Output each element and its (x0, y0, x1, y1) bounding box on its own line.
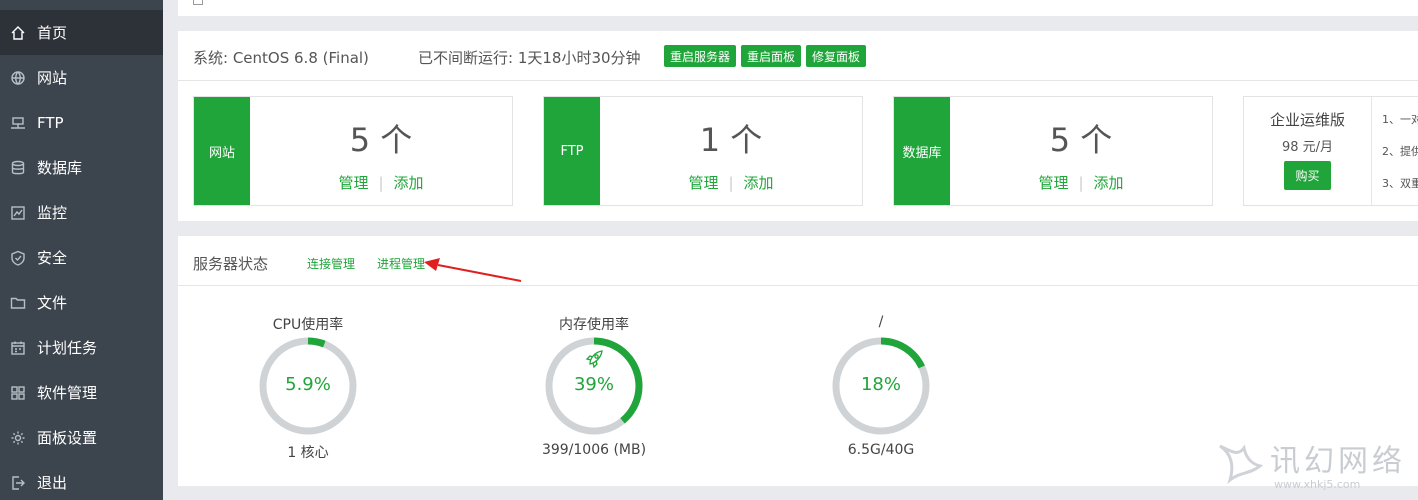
sidebar-item-home[interactable]: 首页 (0, 10, 163, 55)
promo-feature: 1、一对 (1382, 113, 1418, 126)
sidebar-item-label: 软件管理 (37, 384, 98, 402)
sidebar-item-files[interactable]: 文件 (0, 280, 163, 325)
sidebar-item-label: 文件 (37, 294, 68, 312)
shield-icon (10, 250, 26, 266)
watermark: 讯幻网络 www.xhkj5.com (1210, 432, 1415, 498)
globe-icon (10, 70, 26, 86)
sidebar-item-database[interactable]: 数据库 (0, 145, 163, 190)
gauge-title: CPU使用率 (272, 317, 344, 333)
breadcrumb-home-icon (193, 0, 203, 5)
ftp-manage-link[interactable]: 管理 (688, 174, 718, 192)
ftp-stat-card: FTP 1 个 管理 | 添加 (543, 96, 863, 206)
promo-feature: 2、提供 (1382, 145, 1418, 158)
promo-name: 企业运维版 (1269, 111, 1345, 129)
gauge-subtitle: 6.5G/40G (847, 442, 915, 458)
breadcrumb-strip (178, 0, 1418, 16)
memory-gauge[interactable]: 内存使用率 39% 399/1006 (MB) (494, 314, 694, 464)
stat-card-label: 数据库 (894, 97, 950, 205)
watermark-title: 讯幻网络 (1270, 444, 1406, 479)
restart-server-button[interactable]: 重启服务器 (664, 45, 736, 67)
gauge-value: 5.9% (285, 374, 331, 395)
link-separator: | (1078, 174, 1084, 192)
repair-panel-button[interactable]: 修复面板 (806, 45, 866, 67)
website-add-link[interactable]: 添加 (394, 174, 424, 192)
grid-icon (10, 385, 26, 401)
sidebar-item-monitor[interactable]: 监控 (0, 190, 163, 235)
sidebar-item-logout[interactable]: 退出 (0, 460, 163, 500)
calendar-icon (10, 340, 26, 356)
logout-icon (10, 475, 26, 491)
server-status-title: 服务器状态 (193, 255, 269, 273)
sidebar: 首页 网站 FTP 数据库 监控 安全 文件 计划任务 软件管理 面板设置 退出 (0, 0, 163, 500)
uptime-info: 已不间断运行: 1天18小时30分钟 (418, 49, 641, 67)
website-manage-link[interactable]: 管理 (338, 174, 368, 192)
sidebar-item-ftp[interactable]: FTP (0, 100, 163, 145)
enterprise-promo-card: 企业运维版 98 元/月 购买 1、一对 2、提供 3、双重 (1243, 96, 1418, 206)
gauge-subtitle: 1 核心 (287, 445, 329, 461)
watermark-bird-logo (1219, 444, 1264, 485)
sidebar-item-label: 计划任务 (37, 339, 98, 357)
sidebar-item-software[interactable]: 软件管理 (0, 370, 163, 415)
system-info-panel: 系统: CentOS 6.8 (Final) 已不间断运行: 1天18小时30分… (178, 31, 1418, 221)
gauge-value: 18% (860, 374, 901, 395)
database-icon (10, 160, 26, 176)
ftp-add-link[interactable]: 添加 (744, 174, 774, 192)
sidebar-item-label: FTP (37, 113, 64, 132)
sidebar-item-website[interactable]: 网站 (0, 55, 163, 100)
stat-card-label: FTP (544, 97, 600, 205)
promo-feature: 3、双重 (1382, 177, 1418, 190)
stat-card-label: 网站 (194, 97, 250, 205)
cpu-gauge: CPU使用率 5.9% 1 核心 (208, 314, 408, 464)
watermark-url: www.xhkj5.com (1274, 478, 1361, 491)
website-stat-card: 网站 5 个 管理 | 添加 (193, 96, 513, 206)
rocket-icon[interactable] (585, 350, 603, 369)
os-info: 系统: CentOS 6.8 (Final) (193, 49, 369, 67)
sidebar-item-label: 数据库 (37, 159, 83, 177)
link-separator: | (378, 174, 384, 192)
sidebar-item-label: 退出 (37, 474, 68, 492)
sidebar-item-label: 网站 (37, 69, 68, 87)
disk-gauge: / 18% 6.5G/40G (781, 314, 981, 464)
stat-card-count: 5 个 (349, 121, 413, 159)
sidebar-item-label: 面板设置 (37, 429, 98, 447)
promo-feature-list: 1、一对 2、提供 3、双重 (1371, 97, 1418, 205)
gauge-value: 39% (573, 374, 614, 395)
promo-price: 98 元/月 (1281, 140, 1334, 155)
sidebar-item-security[interactable]: 安全 (0, 235, 163, 280)
database-stat-card: 数据库 5 个 管理 | 添加 (893, 96, 1213, 206)
annotation-arrow (424, 258, 522, 282)
stat-card-count: 1 个 (699, 121, 763, 159)
sidebar-item-label: 首页 (37, 24, 68, 42)
monitor-icon (10, 205, 26, 221)
ftp-icon (10, 115, 26, 131)
home-icon (10, 25, 26, 41)
gauge-title: / (878, 314, 884, 330)
database-manage-link[interactable]: 管理 (1038, 174, 1068, 192)
database-add-link[interactable]: 添加 (1094, 174, 1124, 192)
connection-management-link[interactable]: 连接管理 (307, 255, 355, 272)
sidebar-item-label: 安全 (37, 249, 68, 267)
sidebar-item-label: 监控 (37, 204, 68, 222)
buy-button[interactable]: 购买 (1284, 161, 1331, 190)
gauge-title: 内存使用率 (559, 317, 629, 333)
stat-card-count: 5 个 (1049, 121, 1113, 159)
sidebar-item-cron[interactable]: 计划任务 (0, 325, 163, 370)
gear-icon (10, 430, 26, 446)
system-info-header: 系统: CentOS 6.8 (Final) 已不间断运行: 1天18小时30分… (178, 31, 1418, 81)
restart-panel-button[interactable]: 重启面板 (741, 45, 801, 67)
folder-icon (10, 295, 26, 311)
gauge-subtitle: 399/1006 (MB) (541, 442, 647, 458)
server-status-header: 服务器状态 连接管理 进程管理 (178, 236, 1418, 286)
link-separator: | (728, 174, 734, 192)
sidebar-item-settings[interactable]: 面板设置 (0, 415, 163, 460)
